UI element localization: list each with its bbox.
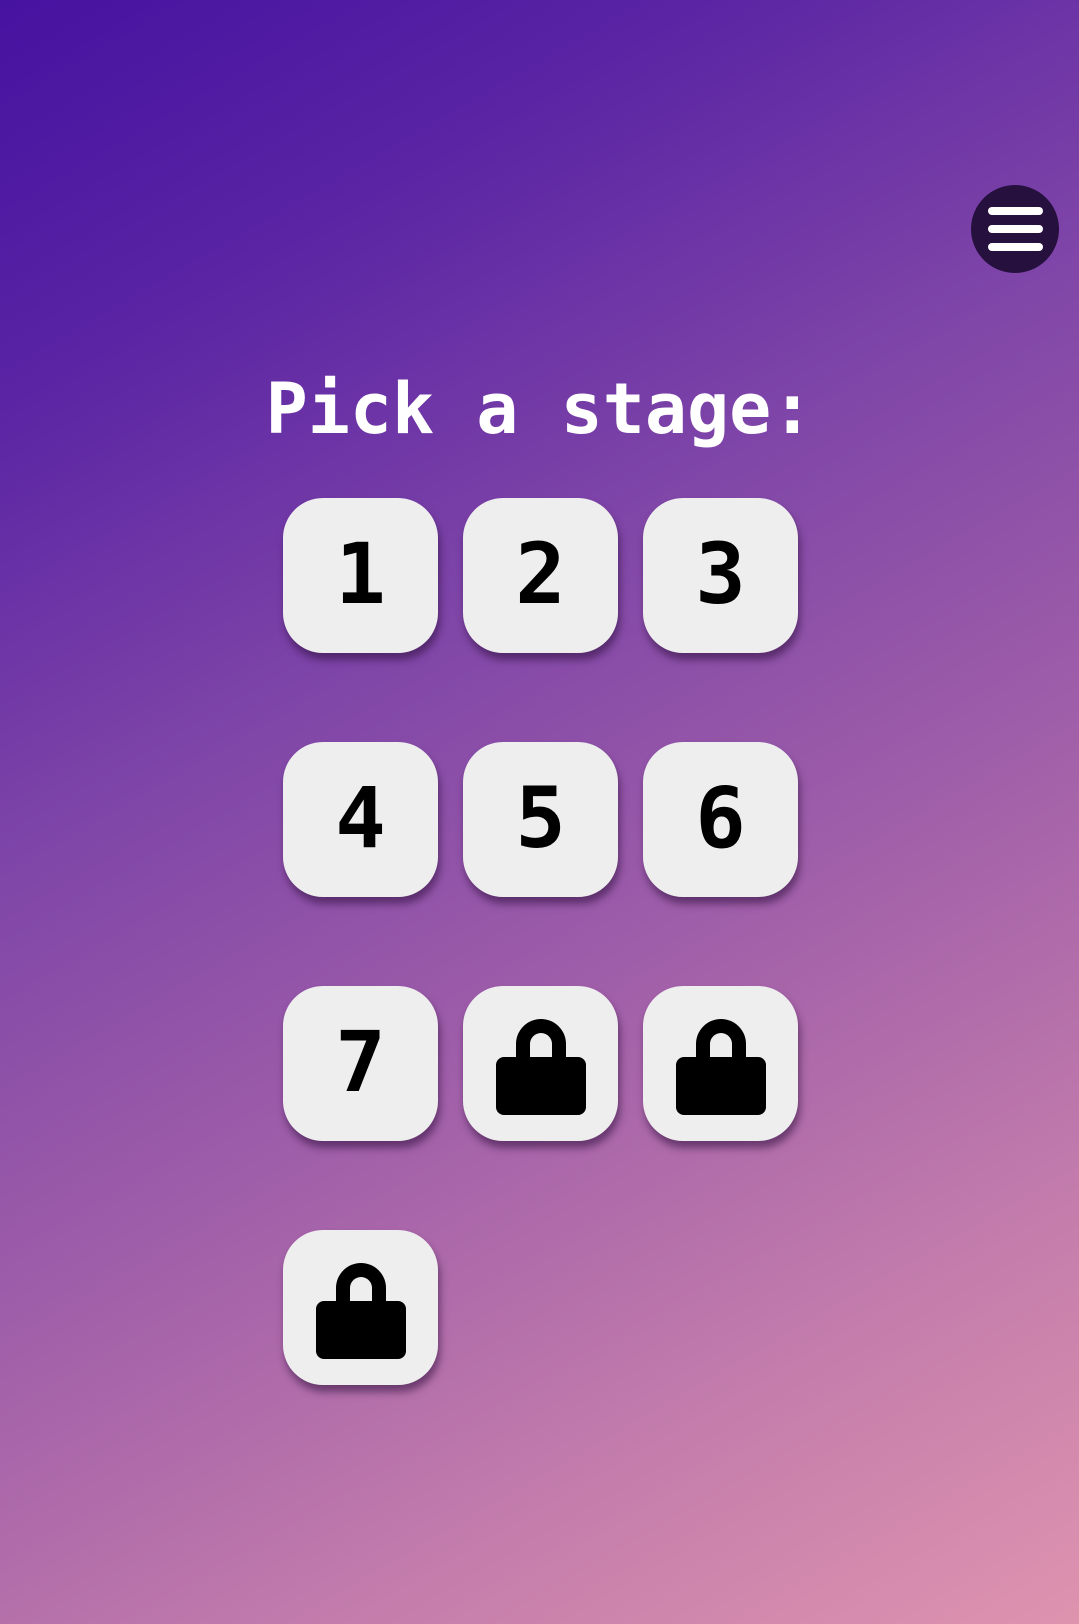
hamburger-menu-icon	[988, 207, 1043, 215]
stage-button-1[interactable]: 1	[283, 498, 438, 653]
stage-button-10-locked[interactable]	[283, 1230, 438, 1385]
stage-button-6[interactable]: 6	[643, 742, 798, 897]
stage-number: 5	[515, 768, 566, 867]
stage-button-2[interactable]: 2	[463, 498, 618, 653]
stage-button-5[interactable]: 5	[463, 742, 618, 897]
page-title: Pick a stage:	[265, 368, 814, 450]
stage-number: 4	[335, 768, 386, 867]
stage-number: 7	[335, 1012, 386, 1111]
stage-number: 3	[695, 524, 746, 623]
lock-icon	[495, 1018, 586, 1115]
stage-button-7[interactable]: 7	[283, 986, 438, 1141]
stage-button-4[interactable]: 4	[283, 742, 438, 897]
lock-icon	[315, 1262, 406, 1359]
stage-button-3[interactable]: 3	[643, 498, 798, 653]
lock-icon	[675, 1018, 766, 1115]
hamburger-menu-icon-bar	[988, 243, 1043, 251]
menu-button[interactable]	[971, 185, 1059, 273]
stage-number: 1	[335, 524, 386, 623]
hamburger-menu-icon-bar	[988, 225, 1043, 233]
stage-grid: 1 2 3 4 5 6 7	[283, 498, 799, 1385]
stage-number: 6	[695, 768, 746, 867]
stage-button-9-locked[interactable]	[643, 986, 798, 1141]
stage-button-8-locked[interactable]	[463, 986, 618, 1141]
stage-number: 2	[515, 524, 566, 623]
